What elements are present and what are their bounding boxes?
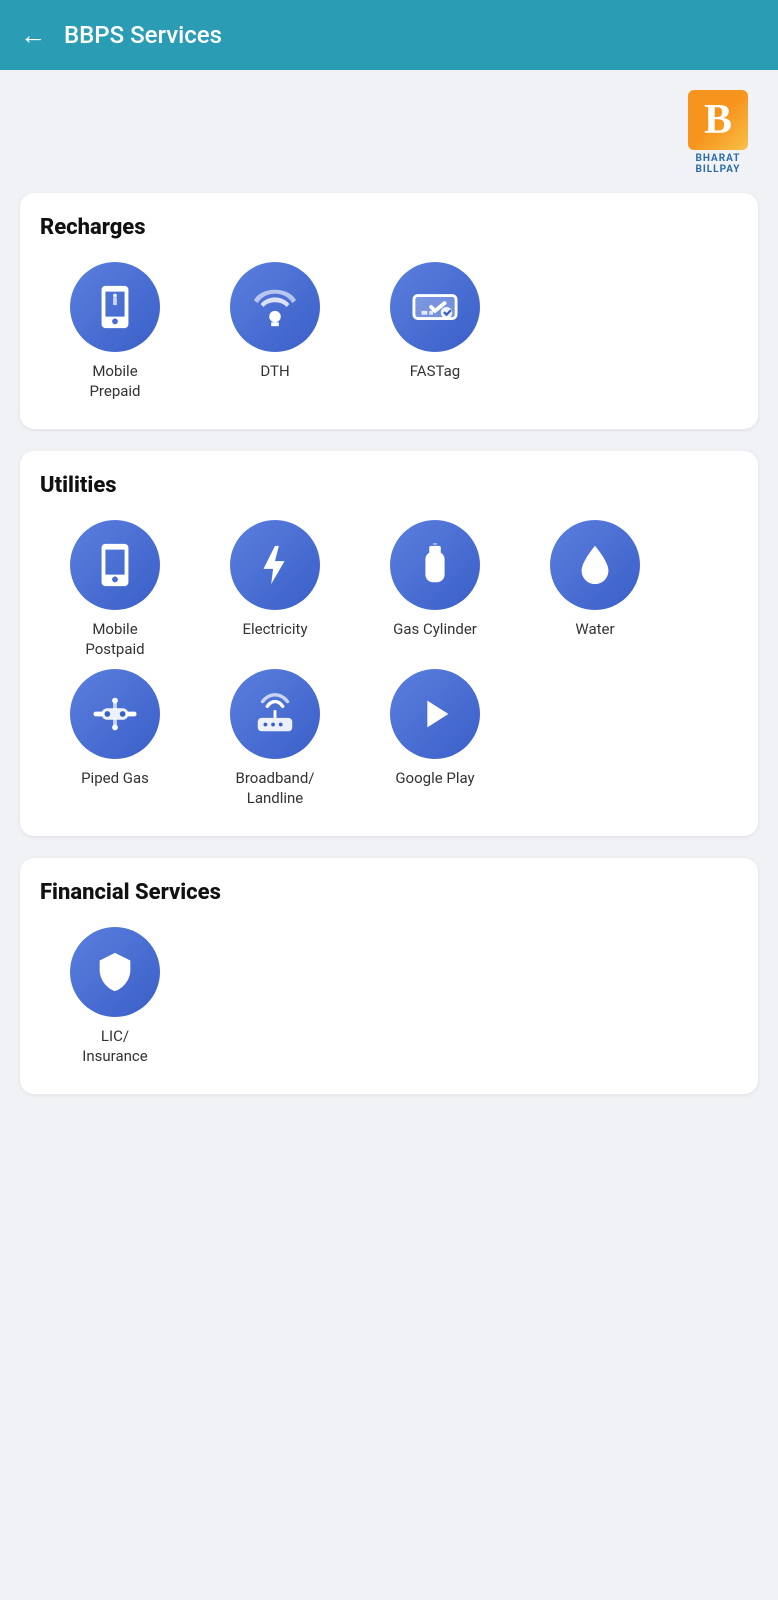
logo-row: B BHARATBILLPAY: [20, 90, 758, 175]
lic-insurance-item[interactable]: LIC/Insurance: [40, 927, 190, 1066]
mobile-prepaid-item[interactable]: MobilePrepaid: [40, 262, 190, 401]
utilities-title: Utilities: [40, 473, 738, 498]
electricity-item[interactable]: Electricity: [200, 520, 350, 659]
broadband-item[interactable]: Broadband/Landline: [200, 669, 350, 808]
mobile-prepaid-icon-circle: [70, 262, 160, 352]
google-play-icon-circle: [390, 669, 480, 759]
recharges-section: Recharges MobilePrepaid: [20, 193, 758, 429]
logo-tagline: BHARATBILLPAY: [695, 153, 740, 175]
back-button[interactable]: ←: [20, 20, 46, 51]
electricity-icon: [252, 542, 298, 588]
dth-icon: [252, 284, 298, 330]
app-header: ← BBPS Services: [0, 0, 778, 70]
google-play-item[interactable]: Google Play: [360, 669, 510, 808]
gas-cylinder-label: Gas Cylinder: [393, 620, 477, 640]
insurance-icon: [92, 949, 138, 995]
broadband-icon-circle: [230, 669, 320, 759]
utilities-section: Utilities MobilePostpaid Electricity: [20, 451, 758, 836]
financial-section: Financial Services LIC/Insurance: [20, 858, 758, 1094]
electricity-icon-circle: [230, 520, 320, 610]
water-label: Water: [575, 620, 614, 640]
gas-cylinder-icon: [412, 542, 458, 588]
dth-item[interactable]: DTH: [200, 262, 350, 401]
recharges-items: MobilePrepaid DTH: [40, 262, 738, 401]
broadband-icon: [252, 691, 298, 737]
page-title: BBPS Services: [64, 21, 222, 49]
bharat-billpay-logo: B BHARATBILLPAY: [688, 90, 748, 175]
gas-cylinder-item[interactable]: Gas Cylinder: [360, 520, 510, 659]
mobile-postpaid-label: MobilePostpaid: [85, 620, 144, 659]
financial-title: Financial Services: [40, 880, 738, 905]
electricity-label: Electricity: [242, 620, 307, 640]
main-content: B BHARATBILLPAY Recharges MobilePrepaid: [0, 70, 778, 1136]
piped-gas-label: Piped Gas: [81, 769, 149, 789]
google-play-label: Google Play: [395, 769, 474, 789]
fastag-item[interactable]: FASTag: [360, 262, 510, 401]
recharges-title: Recharges: [40, 215, 738, 240]
financial-items: LIC/Insurance: [40, 927, 738, 1066]
fastag-icon: [412, 284, 458, 330]
water-item[interactable]: Water: [520, 520, 670, 659]
gas-cylinder-icon-circle: [390, 520, 480, 610]
dth-icon-circle: [230, 262, 320, 352]
lic-insurance-icon-circle: [70, 927, 160, 1017]
logo-icon: B: [688, 90, 748, 150]
utilities-items: MobilePostpaid Electricity: [40, 520, 738, 808]
fastag-label: FASTag: [410, 362, 460, 382]
mobile-postpaid-item[interactable]: MobilePostpaid: [40, 520, 190, 659]
broadband-label: Broadband/Landline: [236, 769, 315, 808]
piped-gas-icon: [92, 691, 138, 737]
mobile-prepaid-icon: [92, 284, 138, 330]
dth-label: DTH: [260, 362, 289, 382]
mobile-postpaid-icon-circle: [70, 520, 160, 610]
piped-gas-icon-circle: [70, 669, 160, 759]
mobile-postpaid-icon: [92, 542, 138, 588]
mobile-prepaid-label: MobilePrepaid: [89, 362, 140, 401]
water-icon-circle: [550, 520, 640, 610]
piped-gas-item[interactable]: Piped Gas: [40, 669, 190, 808]
lic-insurance-label: LIC/Insurance: [82, 1027, 147, 1066]
water-icon: [572, 542, 618, 588]
fastag-icon-circle: [390, 262, 480, 352]
google-play-icon: [412, 691, 458, 737]
